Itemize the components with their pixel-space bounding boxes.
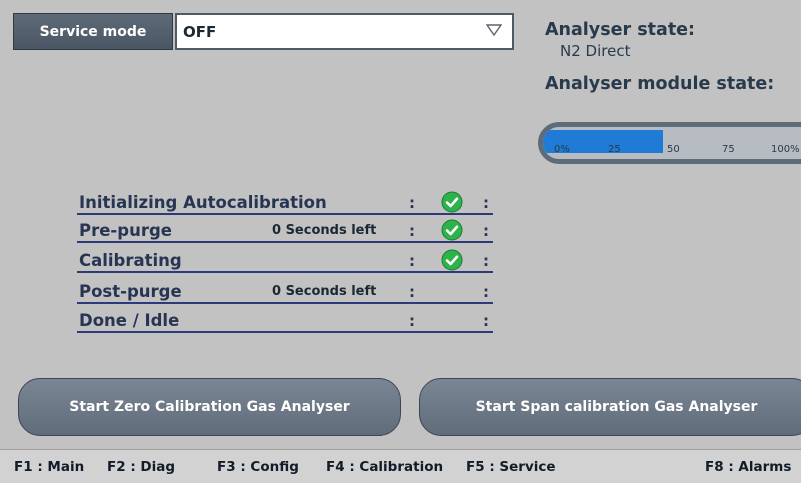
step-underline — [77, 331, 493, 333]
step-post-purge: Post-purge 0 Seconds left : : — [77, 278, 493, 304]
analyser-state-value: N2 Direct — [560, 42, 631, 60]
service-mode-dropdown[interactable]: OFF — [175, 13, 514, 50]
function-key-bar: F1 : Main F2 : Diag F3 : Config F4 : Cal… — [0, 449, 801, 483]
fkey-f2-diag[interactable]: F2 : Diag — [107, 459, 175, 475]
step-separator: : — [483, 252, 489, 270]
check-icon — [441, 219, 463, 241]
check-icon — [441, 280, 463, 302]
check-icon — [441, 309, 463, 331]
step-underline — [77, 302, 493, 304]
start-zero-calibration-button[interactable]: Start Zero Calibration Gas Analyser — [18, 378, 401, 436]
step-label: Pre-purge — [79, 221, 172, 240]
step-label: Done / Idle — [79, 311, 180, 330]
step-separator: : — [409, 312, 415, 330]
fkey-f3-config[interactable]: F3 : Config — [217, 459, 299, 475]
step-underline — [77, 271, 493, 273]
fkey-f8-alarms[interactable]: F8 : Alarms — [705, 459, 791, 475]
fkey-f1-main[interactable]: F1 : Main — [14, 459, 84, 475]
step-separator: : — [409, 252, 415, 270]
check-icon — [441, 191, 463, 213]
service-mode-label: Service mode — [13, 13, 173, 50]
step-label: Post-purge — [79, 282, 182, 301]
fkey-f5-service[interactable]: F5 : Service — [466, 459, 556, 475]
step-label: Initializing Autocalibration — [79, 193, 327, 212]
step-separator: : — [409, 222, 415, 240]
step-separator: : — [409, 194, 415, 212]
step-pre-purge: Pre-purge 0 Seconds left : : — [77, 217, 493, 243]
step-separator: : — [483, 312, 489, 330]
step-underline — [77, 241, 493, 243]
gauge-tick-100: 100% — [771, 144, 800, 155]
step-label: Calibrating — [79, 251, 182, 270]
gauge-tick-0: 0% — [554, 144, 570, 155]
step-underline — [77, 213, 493, 215]
analyser-state-title: Analyser state: — [545, 20, 696, 40]
step-separator: : — [409, 283, 415, 301]
step-seconds-left: 0 Seconds left — [272, 284, 377, 299]
analyser-module-progress-gauge: 0% 25 50 75 100% — [538, 122, 801, 164]
step-separator: : — [483, 194, 489, 212]
gauge-tick-75: 75 — [722, 144, 735, 155]
gauge-tick-50: 50 — [667, 144, 680, 155]
step-separator: : — [483, 283, 489, 301]
step-initializing-autocalibration: Initializing Autocalibration : : — [77, 189, 493, 215]
analyser-module-state-title: Analyser module state: — [545, 74, 775, 94]
step-done-idle: Done / Idle : : — [77, 307, 493, 333]
check-icon — [441, 249, 463, 271]
step-calibrating: Calibrating : : — [77, 247, 493, 273]
step-separator: : — [483, 222, 489, 240]
service-mode-value: OFF — [183, 22, 217, 41]
gauge-tick-25: 25 — [608, 144, 621, 155]
fkey-f4-calibration[interactable]: F4 : Calibration — [326, 459, 443, 475]
start-span-calibration-button[interactable]: Start Span calibration Gas Analyser — [419, 378, 801, 436]
step-seconds-left: 0 Seconds left — [272, 223, 377, 238]
chevron-down-icon — [486, 24, 502, 36]
